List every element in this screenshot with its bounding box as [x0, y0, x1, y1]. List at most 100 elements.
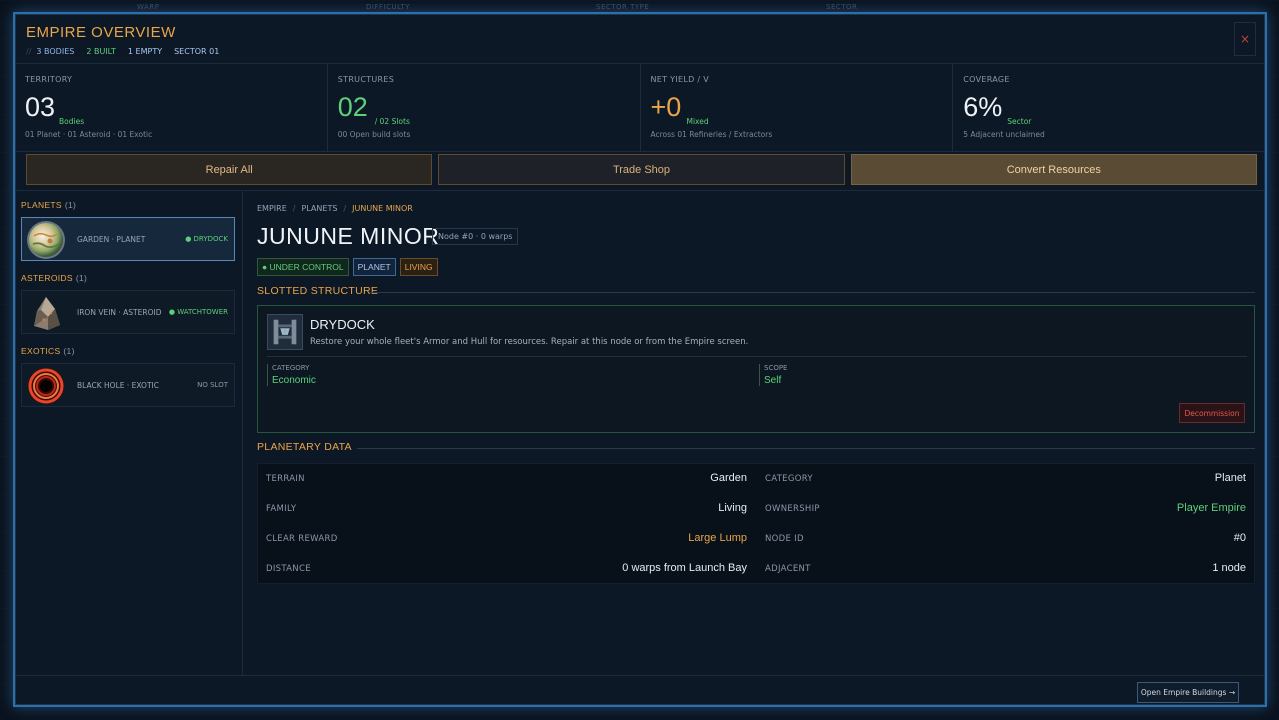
adjacent-value: 1 node	[1212, 562, 1246, 574]
structure-name: DRYDOCK	[310, 317, 375, 332]
group-header-planets: PLANETS (1)	[21, 200, 77, 210]
trade-shop-button[interactable]: Trade Shop	[438, 154, 845, 185]
body-list: PLANETS (1) GARDEN · PLANET ● DRYDOCK AS…	[15, 190, 243, 675]
slot-badge: NO SLOT	[197, 381, 228, 389]
section-divider	[357, 448, 1255, 449]
decommission-button[interactable]: Decommission	[1179, 403, 1245, 423]
ownership-label: OWNERSHIP	[765, 504, 820, 514]
built-count: 2 BUILT	[86, 47, 116, 56]
card-divider	[267, 356, 1247, 357]
ownership-value: Player Empire	[1176, 502, 1246, 514]
asteroid-thumbnail-icon	[34, 297, 60, 330]
clear-reward-value: Large Lump	[688, 532, 747, 544]
item-label: IRON VEIN · ASTEROID	[77, 308, 162, 317]
structure-description: Restore your whole fleet's Armor and Hul…	[310, 337, 749, 347]
stat-value: 03	[25, 92, 56, 122]
planet-name: JUNUNE MINOR	[257, 223, 440, 249]
distance-value: 0 warps from Launch Bay	[622, 562, 747, 574]
close-icon: ×	[1239, 32, 1251, 46]
table-row: DISTANCE 0 warps from Launch Bay ADJACEN…	[258, 554, 1254, 584]
drydock-icon	[267, 314, 303, 350]
scope-label: SCOPE	[764, 364, 788, 372]
stat-label: STRUCTURES	[337, 75, 395, 84]
planetary-data-table: TERRAIN Garden CATEGORY Planet FAMILY Li…	[257, 463, 1255, 584]
sector-label: SECTOR 01	[174, 47, 220, 56]
stats-bar: TERRITORY 03 Bodies 01 Planet · 01 Aster…	[15, 64, 1265, 152]
family-badge: LIVING	[399, 258, 438, 276]
stat-unit: Sector	[1007, 117, 1032, 126]
category-value: Planet	[1214, 472, 1246, 484]
scope-field: SCOPE Self	[759, 364, 788, 386]
item-label: BLACK HOLE · EXOTIC	[77, 381, 159, 390]
black-hole-thumbnail-icon	[28, 368, 64, 404]
structure-card: DRYDOCK Restore your whole fleet's Armor…	[257, 305, 1255, 433]
type-badge: PLANET	[352, 258, 396, 276]
stat-value: +0	[650, 92, 682, 122]
category-field: CATEGORY Economic	[267, 364, 316, 386]
node-info-pill: Node #0 · 0 warps	[432, 228, 519, 245]
repair-all-button[interactable]: Repair All	[26, 154, 433, 185]
list-item-black-hole-exotic[interactable]: BLACK HOLE · EXOTIC NO SLOT	[21, 363, 235, 407]
scope-value: Self	[764, 375, 782, 386]
stat-unit: Mixed	[686, 117, 709, 126]
list-item-garden-planet[interactable]: GARDEN · PLANET ● DRYDOCK	[21, 217, 235, 261]
bg-col-difficulty: DIFFICULTY	[366, 3, 411, 11]
family-label: FAMILY	[266, 504, 297, 514]
stat-value: 02	[337, 92, 368, 122]
summary-divider: //	[26, 47, 32, 56]
stat-value: 6%	[963, 92, 1003, 122]
breadcrumb-empire[interactable]: EMPIRE	[257, 204, 287, 213]
stat-unit: / 02 Slots	[374, 117, 410, 126]
status-tags: ● UNDER CONTROL PLANET LIVING	[257, 258, 438, 276]
breadcrumb-planets[interactable]: PLANETS	[301, 204, 337, 213]
node-id-value: #0	[1233, 532, 1246, 544]
structure-badge: ● DRYDOCK	[185, 235, 228, 243]
terrain-value: Garden	[710, 472, 747, 484]
table-row: CLEAR REWARD Large Lump NODE ID #0	[258, 524, 1254, 554]
stat-note: Across 01 Refineries / Extractors	[650, 130, 773, 139]
bg-col-warp: WARP	[137, 3, 160, 11]
adjacent-label: ADJACENT	[765, 564, 811, 574]
open-empire-buildings-button[interactable]: Open Empire Buildings →	[1137, 682, 1239, 703]
planetary-data-heading: PLANETARY DATA	[257, 441, 352, 453]
bg-col-sector-type: SECTOR TYPE	[596, 3, 650, 11]
terrain-label: TERRAIN	[266, 474, 305, 484]
detail-panel: EMPIRE / PLANETS / JUNUNE MINOR JUNUNE M…	[244, 190, 1265, 675]
stat-note: 00 Open build slots	[337, 130, 411, 139]
close-button[interactable]: ×	[1234, 22, 1256, 56]
empire-overview-modal: EMPIRE OVERVIEW // 3 BODIES 2 BUILT 1 EM…	[13, 12, 1267, 707]
node-id-label: NODE ID	[765, 534, 804, 544]
table-row: FAMILY Living OWNERSHIP Player Empire	[258, 494, 1254, 524]
modal-footer: Open Empire Buildings →	[15, 675, 1265, 705]
distance-label: DISTANCE	[266, 564, 311, 574]
stat-note: 5 Adjacent unclaimed	[963, 130, 1045, 139]
stat-note: 01 Planet · 01 Asteroid · 01 Exotic	[25, 130, 153, 139]
breadcrumb: EMPIRE / PLANETS / JUNUNE MINOR	[257, 204, 413, 213]
modal-title: EMPIRE OVERVIEW	[26, 24, 176, 41]
bg-col-sector: SECTOR	[826, 3, 858, 11]
group-header-exotics: EXOTICS (1)	[21, 346, 75, 356]
control-status-badge: ● UNDER CONTROL	[257, 258, 349, 276]
list-item-iron-vein-asteroid[interactable]: IRON VEIN · ASTEROID ● WATCHTOWER	[21, 290, 235, 334]
bodies-count: 3 BODIES	[36, 47, 75, 56]
stat-unit: Bodies	[59, 117, 85, 126]
slotted-structure-heading: SLOTTED STRUCTURE	[257, 285, 379, 297]
category-value: Economic	[272, 375, 316, 386]
section-divider	[369, 292, 1255, 293]
stat-net-yield: NET YIELD / V +0 Mixed Across 01 Refiner…	[641, 64, 954, 151]
planet-thumbnail-icon	[27, 221, 65, 259]
stat-coverage: COVERAGE 6% Sector 5 Adjacent unclaimed	[953, 64, 1265, 151]
header-summary: // 3 BODIES 2 BUILT 1 EMPTY SECTOR 01	[26, 47, 219, 56]
clear-reward-label: CLEAR REWARD	[266, 534, 338, 544]
stat-label: NET YIELD / V	[650, 75, 710, 84]
group-header-asteroids: ASTEROIDS (1)	[21, 273, 88, 283]
breadcrumb-separator: /	[343, 204, 347, 213]
breadcrumb-separator: /	[292, 204, 296, 213]
stat-label: COVERAGE	[963, 75, 1010, 84]
modal-header: EMPIRE OVERVIEW // 3 BODIES 2 BUILT 1 EM…	[15, 14, 1265, 64]
structure-badge: ● WATCHTOWER	[168, 308, 228, 316]
convert-resources-button[interactable]: Convert Resources	[850, 154, 1257, 185]
table-row: TERRAIN Garden CATEGORY Planet	[258, 464, 1254, 494]
category-label: CATEGORY	[272, 364, 310, 372]
empty-count: 1 EMPTY	[127, 47, 163, 56]
